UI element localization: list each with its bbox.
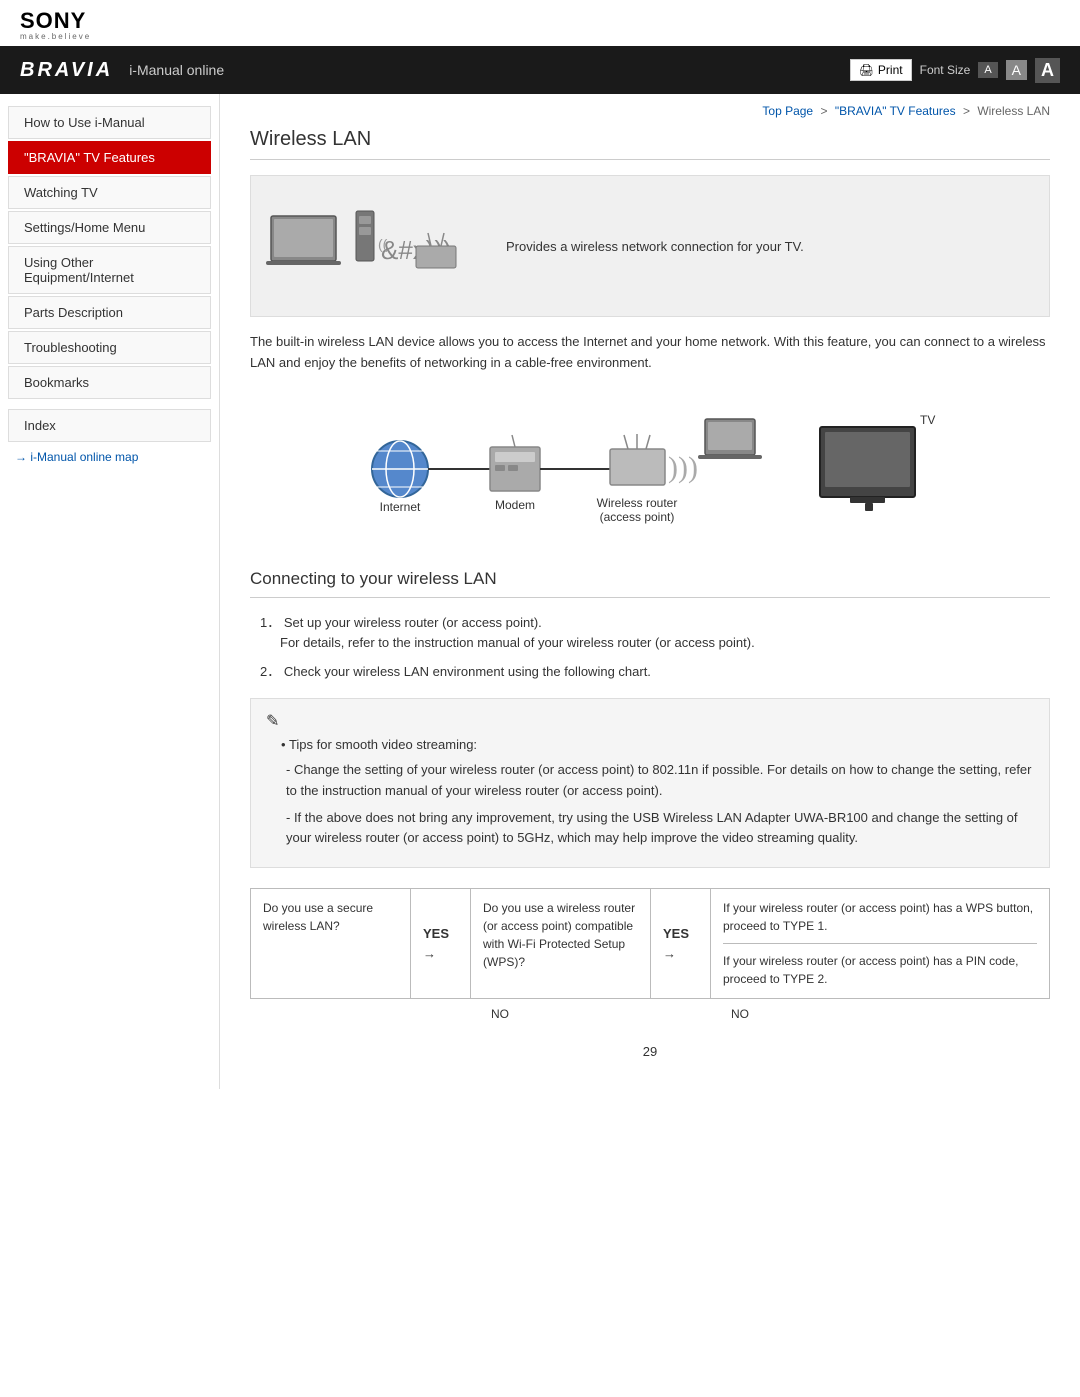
content-area: Top Page > "BRAVIA" TV Features > Wirele… [220, 94, 1080, 1089]
step-2-number: 2． [260, 664, 280, 679]
sidebar-map-link[interactable]: i-Manual online map [15, 450, 204, 464]
svg-text:Internet: Internet [380, 500, 421, 514]
font-medium-button[interactable]: A [1006, 60, 1027, 80]
dc-yes-arrow-1: YES → [411, 889, 471, 998]
sidebar-item-parts-description[interactable]: Parts Description [8, 296, 211, 329]
sidebar-item-troubleshooting[interactable]: Troubleshooting [8, 331, 211, 364]
svg-text:Modem: Modem [495, 498, 535, 512]
dc-yes1-text: YES → [423, 924, 458, 963]
sony-tagline: make.believe [20, 32, 91, 41]
dc-answer-top: If your wireless router (or access point… [723, 899, 1037, 944]
breadcrumb-current: Wireless LAN [977, 104, 1050, 118]
step-2-text: Check your wireless LAN environment usin… [284, 664, 651, 679]
dc-answer: If your wireless router (or access point… [711, 889, 1049, 998]
dc-answer-bottom: If your wireless router (or access point… [723, 952, 1037, 988]
svg-text:Wireless router: Wireless router [597, 496, 678, 510]
section-title-connecting: Connecting to your wireless LAN [250, 569, 1050, 598]
no-label-1: NO [470, 1007, 530, 1021]
sidebar-item-bookmarks[interactable]: Bookmarks [8, 366, 211, 399]
no-label-spacer-1 [250, 1007, 470, 1021]
sidebar-item-bravia-tv-features[interactable]: "BRAVIA" TV Features [8, 141, 211, 174]
step-2: 2． Check your wireless LAN environment u… [260, 662, 1050, 683]
print-button[interactable]: 🖨 Print [850, 59, 912, 81]
diagram-svg-area: Internet Modem ))) [250, 389, 1050, 549]
svg-text:(access point): (access point) [600, 510, 675, 524]
sidebar: How to Use i-Manual "BRAVIA" TV Features… [0, 94, 220, 1089]
dc-yes2-text: YES → [663, 924, 698, 963]
print-label: Print [878, 63, 903, 77]
dc-q1-text: Do you use a secure wireless LAN? [263, 901, 373, 933]
sidebar-item-using-other-equipment[interactable]: Using Other Equipment/Internet [8, 246, 211, 294]
step-1-sub: For details, refer to the instruction ma… [280, 633, 1050, 654]
breadcrumb-sep2: > [963, 104, 970, 118]
note-dash-1: - Change the setting of your wireless ro… [286, 760, 1034, 802]
no-label-spacer-2 [530, 1007, 710, 1021]
font-large-button[interactable]: A [1035, 58, 1060, 83]
note-box: ✎ Tips for smooth video streaming: - Cha… [250, 698, 1050, 868]
svg-text:TV: TV [920, 413, 935, 427]
font-size-label: Font Size [920, 63, 971, 77]
main-layout: How to Use i-Manual "BRAVIA" TV Features… [0, 94, 1080, 1089]
sony-logo: SONY [20, 8, 86, 33]
sidebar-item-watching-tv[interactable]: Watching TV [8, 176, 211, 209]
top-bar: SONY make.believe [0, 0, 1080, 46]
diagram-illustration-1: &#x))) (( [266, 191, 486, 301]
description-text: The built-in wireless LAN device allows … [250, 332, 1050, 374]
nav-bar-right: 🖨 Print Font Size A A A [850, 58, 1060, 83]
bravia-logo: BRAVIA [20, 59, 113, 82]
svg-text:((: (( [378, 236, 388, 252]
diagram-description: Provides a wireless network connection f… [506, 239, 1034, 254]
step-1: 1． Set up your wireless router (or acces… [260, 613, 1050, 655]
no-label-2: NO [710, 1007, 770, 1021]
breadcrumb-top-page[interactable]: Top Page [762, 104, 813, 118]
diagram-box-1: &#x))) (( Provides a wireless network co… [250, 175, 1050, 317]
font-small-button[interactable]: A [978, 62, 997, 78]
nav-bar-left: BRAVIA i-Manual online [20, 59, 224, 82]
network-diagram-2: Internet Modem ))) [350, 389, 950, 549]
breadcrumb-bravia-features[interactable]: "BRAVIA" TV Features [835, 104, 956, 118]
sidebar-item-how-to-use[interactable]: How to Use i-Manual [8, 106, 211, 139]
svg-text:))): ))) [668, 451, 698, 484]
nav-title: i-Manual online [129, 62, 224, 78]
sony-logo-block: SONY make.believe [20, 10, 91, 41]
step-1-number: 1． [260, 615, 280, 630]
print-icon: 🖨 [859, 63, 874, 77]
page-title: Wireless LAN [250, 128, 1050, 160]
note-icon: ✎ [266, 711, 1034, 731]
decision-chart: Do you use a secure wireless LAN? YES → … [250, 888, 1050, 999]
dc-question-2: Do you use a wireless router (or access … [471, 889, 651, 998]
breadcrumb: Top Page > "BRAVIA" TV Features > Wirele… [250, 104, 1050, 118]
dc-q2-text: Do you use a wireless router (or access … [483, 901, 635, 969]
no-labels-row: NO NO [250, 999, 1050, 1029]
step-1-text: Set up your wireless router (or access p… [284, 615, 542, 630]
sidebar-item-settings-home-menu[interactable]: Settings/Home Menu [8, 211, 211, 244]
dc-question-1: Do you use a secure wireless LAN? [251, 889, 411, 998]
breadcrumb-sep1: > [820, 104, 827, 118]
page-number: 29 [250, 1044, 1050, 1059]
note-bullet: Tips for smooth video streaming: [281, 737, 1034, 752]
note-dash-2: - If the above does not bring any improv… [286, 808, 1034, 850]
sidebar-item-index[interactable]: Index [8, 409, 211, 442]
numbered-list: 1． Set up your wireless router (or acces… [260, 613, 1050, 683]
nav-bar: BRAVIA i-Manual online 🖨 Print Font Size… [0, 46, 1080, 94]
dc-yes-arrow-2: YES → [651, 889, 711, 998]
